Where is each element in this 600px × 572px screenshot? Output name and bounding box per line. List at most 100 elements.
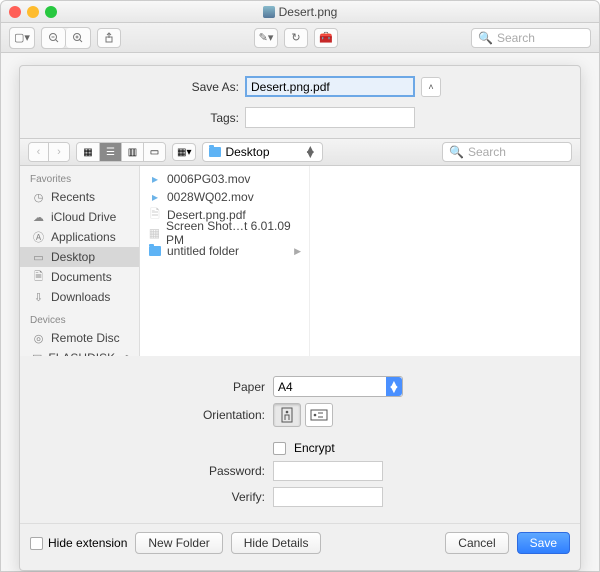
- file-name: untitled folder: [167, 244, 239, 258]
- tags-label: Tags:: [159, 111, 239, 125]
- browser-search-field[interactable]: 🔍 Search: [442, 142, 572, 162]
- rotate-button[interactable]: ↻: [284, 28, 308, 48]
- encrypt-label: Encrypt: [294, 441, 335, 455]
- sidebar-item-flashdisk[interactable]: ▤ FLASHDISK ⏏: [20, 348, 139, 356]
- sidebar-item-desktop[interactable]: ▭Desktop: [20, 247, 139, 267]
- nav-back-forward: ‹ ›: [28, 142, 70, 162]
- sidebar-item-recents[interactable]: ◷Recents: [20, 187, 139, 207]
- disc-icon: ◎: [32, 332, 45, 345]
- sidebar-item-applications[interactable]: Ⓐ Applications: [20, 227, 139, 247]
- preview-column: [310, 166, 580, 356]
- app-search-field[interactable]: 🔍 Search: [471, 28, 591, 48]
- save-as-row: Save As: ˄: [20, 76, 580, 97]
- encrypt-checkbox[interactable]: [273, 442, 286, 455]
- sidebar-item-label: iCloud Drive: [51, 210, 116, 224]
- sidebar-item-label: Remote Disc: [51, 331, 120, 345]
- sidebar-item-label: Applications: [51, 230, 116, 244]
- chevron-updown-icon: ▲▼: [304, 147, 316, 157]
- pdf-icon: 🗎: [148, 208, 162, 222]
- paper-select[interactable]: A4 ▲▼: [273, 376, 403, 397]
- save-as-input[interactable]: [245, 76, 415, 97]
- document-icon: [263, 6, 275, 18]
- file-column: ▸0006PG03.mov▸0028WQ02.mov🗎Desert.png.pd…: [140, 166, 310, 356]
- folder-icon: [209, 147, 221, 157]
- sidebar-item-remote-disc[interactable]: ◎ Remote Disc: [20, 328, 139, 348]
- verify-input[interactable]: [273, 487, 383, 507]
- new-folder-button[interactable]: New Folder: [135, 532, 222, 554]
- nav-forward-button[interactable]: ›: [49, 143, 69, 161]
- collapse-button[interactable]: ˄: [421, 77, 441, 97]
- save-button[interactable]: Save: [517, 532, 570, 554]
- sidebar: Favorites ◷Recents ☁ iCloud Drive Ⓐ Applicat…: [20, 166, 140, 356]
- save-sheet: Save As: ˄ Tags: ‹ › ▦ ☰ ▥ ▭ ▦▾ Des: [19, 65, 581, 571]
- doc-icon: 🗎: [32, 271, 45, 284]
- view-columns-button[interactable]: ▥: [121, 143, 143, 161]
- tags-input[interactable]: [245, 107, 415, 128]
- file-row[interactable]: ▸0028WQ02.mov: [140, 188, 309, 206]
- mov-icon: ▸: [148, 172, 162, 186]
- img-icon: ▦: [148, 226, 161, 240]
- eject-icon[interactable]: ⏏: [121, 351, 132, 356]
- sidebar-item-icloud-drive[interactable]: ☁ iCloud Drive: [20, 207, 139, 227]
- password-input[interactable]: [273, 461, 383, 481]
- sidebar-item-label: Documents: [51, 270, 112, 284]
- file-name: 0006PG03.mov: [167, 172, 250, 186]
- print-options: Paper A4 ▲▼ Orientation:: [20, 356, 580, 517]
- hide-extension-row: Hide extension: [30, 536, 127, 550]
- location-popup[interactable]: Desktop ▲▼: [202, 142, 323, 162]
- orientation-landscape-button[interactable]: [305, 403, 333, 427]
- zoom-group: [41, 27, 91, 49]
- search-placeholder: Search: [468, 145, 506, 159]
- sidebar-item-label: Downloads: [51, 290, 110, 304]
- mov-icon: ▸: [148, 190, 162, 204]
- view-list-button[interactable]: ☰: [99, 143, 121, 161]
- browser-toolbar: ‹ › ▦ ☰ ▥ ▭ ▦▾ Desktop ▲▼ 🔍 Search: [20, 138, 580, 166]
- app-toolbar: ▢▾ ✎▾ ↻ 🧰 🔍 Search: [1, 23, 599, 53]
- zoom-out-button[interactable]: [42, 28, 66, 48]
- window-title-text: Desert.png: [279, 5, 338, 19]
- view-gallery-button[interactable]: ▭: [143, 143, 165, 161]
- view-icons-button[interactable]: ▦: [77, 143, 99, 161]
- share-button[interactable]: [97, 28, 121, 48]
- search-icon: 🔍: [449, 145, 464, 159]
- browser-body: Favorites ◷Recents ☁ iCloud Drive Ⓐ Applicat…: [20, 166, 580, 356]
- app-icon: Ⓐ: [32, 231, 45, 244]
- zoom-in-button[interactable]: [66, 28, 90, 48]
- nav-back-button[interactable]: ‹: [29, 143, 49, 161]
- hide-extension-checkbox[interactable]: [30, 537, 43, 550]
- drive-icon: ▤: [32, 352, 42, 357]
- password-label: Password:: [20, 464, 265, 478]
- sidebar-item-downloads[interactable]: ⇩ Downloads: [20, 287, 139, 307]
- chevron-updown-icon: ▲▼: [386, 377, 402, 396]
- edit-button[interactable]: ✎▾: [254, 28, 278, 48]
- titlebar: Desert.png: [1, 1, 599, 23]
- cloud-icon: ☁: [32, 211, 45, 224]
- search-icon: 🔍: [478, 31, 493, 45]
- app-window: Desert.png ▢▾ ✎▾ ↻ 🧰 🔍 Search: [0, 0, 600, 572]
- hide-extension-label: Hide extension: [48, 536, 127, 550]
- markup-button[interactable]: 🧰: [314, 28, 338, 48]
- location-label: Desktop: [225, 145, 269, 159]
- window-title: Desert.png: [1, 5, 599, 19]
- sidebar-devices-header: Devices: [20, 313, 139, 328]
- paper-value: A4: [278, 380, 293, 394]
- orientation-portrait-button[interactable]: [273, 403, 301, 427]
- cancel-button[interactable]: Cancel: [445, 532, 508, 554]
- file-row[interactable]: ▦Screen Shot…t 6.01.09 PM: [140, 224, 309, 242]
- search-placeholder: Search: [497, 31, 535, 45]
- file-row[interactable]: ▸ 0006PG03.mov: [140, 170, 309, 188]
- file-name: Screen Shot…t 6.01.09 PM: [166, 219, 301, 247]
- save-as-label: Save As:: [159, 80, 239, 94]
- view-mode-segment: ▦ ☰ ▥ ▭: [76, 142, 166, 162]
- download-icon: ⇩: [32, 291, 45, 304]
- verify-label: Verify:: [20, 490, 265, 504]
- sidebar-item-label: FLASHDISK: [48, 351, 115, 356]
- sidebar-favorites-header: Favorites: [20, 172, 139, 187]
- sidebar-toggle-button[interactable]: ▢▾: [10, 28, 34, 48]
- group-by-button[interactable]: ▦▾: [172, 143, 196, 161]
- sidebar-item-documents[interactable]: 🗎 Documents: [20, 267, 139, 287]
- recents-icon: ◷: [32, 191, 45, 204]
- hide-details-button[interactable]: Hide Details: [231, 532, 322, 554]
- sidebar-toggle-group: ▢▾: [9, 27, 35, 49]
- orientation-label: Orientation:: [20, 408, 265, 422]
